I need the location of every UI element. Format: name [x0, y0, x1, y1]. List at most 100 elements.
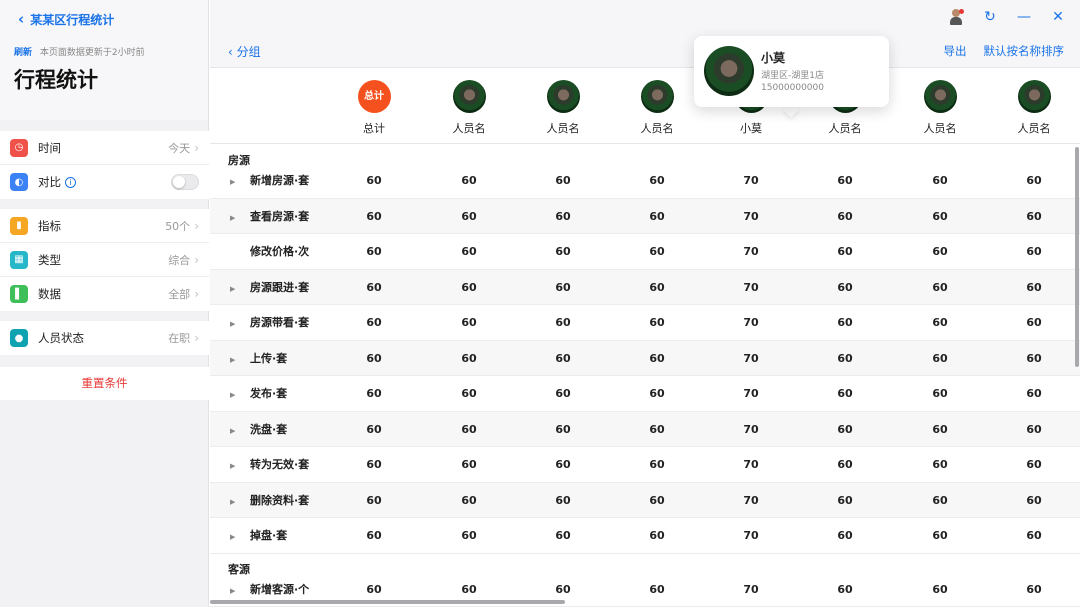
expand-arrow-icon[interactable]: ▶ — [230, 201, 250, 237]
info-icon[interactable]: i — [65, 177, 76, 188]
expand-arrow-icon[interactable]: ▶ — [230, 343, 250, 379]
table-cell: 60 — [932, 280, 948, 294]
refresh-note: 本页面数据更新于2小时前 — [39, 48, 145, 58]
table-cell: 60 — [837, 582, 853, 596]
table-cell: 60 — [932, 493, 948, 507]
row-label: ▶ 查看房源·套 — [230, 199, 309, 235]
expand-arrow-icon[interactable]: ▶ — [230, 378, 250, 414]
table-cell: 60 — [461, 493, 477, 507]
table-cell: 60 — [555, 351, 571, 365]
column-header[interactable]: 人员名 — [994, 80, 1074, 136]
table-row[interactable]: ▶ 发布·套 60 60 60 60 70 60 60 60 — [210, 376, 1080, 412]
user-notification-icon[interactable] — [948, 9, 964, 25]
table-cell: 60 — [461, 387, 477, 400]
table-cell: 60 — [649, 245, 665, 258]
expand-arrow-icon[interactable]: ▶ — [230, 165, 250, 201]
column-name: 人员名 — [640, 122, 674, 135]
refresh-link[interactable]: 刷新 — [14, 48, 32, 58]
filter-metric[interactable]: ▮ 指标 50个 › — [0, 209, 209, 243]
back-button[interactable]: ‹ 某某区行程统计 — [18, 10, 114, 28]
table-cell: 60 — [555, 493, 571, 507]
row-name: 查看房源·套 — [250, 209, 310, 223]
vertical-scrollbar[interactable] — [1075, 147, 1079, 367]
clock-icon: ◷ — [10, 138, 28, 157]
table-cell: 60 — [366, 387, 382, 400]
table-cell: 60 — [1026, 387, 1042, 400]
table-row[interactable]: ▶ 房源带看·套 60 60 60 60 70 60 60 60 — [210, 305, 1080, 341]
table-cell: 60 — [366, 529, 382, 542]
table-cell: 60 — [932, 387, 948, 400]
table-cell: 60 — [461, 458, 477, 471]
table-row[interactable]: ▶ 洗盘·套 60 60 60 60 70 60 60 60 — [210, 411, 1080, 450]
filter-metric-label: 指标 — [38, 218, 61, 233]
row-name: 发布·套 — [250, 387, 288, 400]
minimize-icon[interactable]: — — [1016, 9, 1032, 25]
table-row: 修改价格·次 60 60 60 60 70 60 60 60 — [210, 234, 1080, 270]
filter-data-label: 数据 — [38, 287, 61, 301]
filter-time[interactable]: ◷ 时间 今天 › — [0, 131, 209, 165]
row-name: 新增客源·个 — [250, 582, 310, 596]
close-icon[interactable]: ✕ — [1050, 9, 1066, 25]
table-cell: 70 — [743, 422, 759, 436]
table-row[interactable]: ▶ 房源跟进·套 60 60 60 60 70 60 60 60 — [210, 269, 1080, 308]
table-cell: 60 — [1026, 351, 1042, 365]
table-cell: 70 — [743, 245, 759, 258]
table-row[interactable]: ▶ 删除资料·套 60 60 60 60 70 60 60 60 — [210, 482, 1080, 521]
expand-arrow-icon[interactable]: ▶ — [230, 449, 250, 485]
row-name: 转为无效·套 — [250, 458, 310, 471]
table-row[interactable]: ▶ 掉盘·套 60 60 60 60 70 60 60 60 — [210, 518, 1080, 554]
grid-icon: ▦ — [10, 250, 28, 269]
table-cell: 70 — [743, 351, 759, 365]
filter-metric-value: 50个 — [165, 219, 191, 233]
filter-group-metrics: ▮ 指标 50个 › ▦ 类型 综合 › ▌ 数据 全部 › — [0, 209, 209, 311]
reset-button[interactable]: 重置条件 — [0, 367, 209, 400]
table-cell: 60 — [837, 493, 853, 507]
column-header[interactable]: 人员名 — [523, 80, 603, 136]
table-cell: 60 — [932, 582, 948, 596]
column-header[interactable]: 总计 总计 — [334, 80, 414, 136]
back-label: 某某区行程统计 — [30, 12, 115, 27]
group-back-button[interactable]: ‹ 分组 — [228, 43, 261, 60]
export-button[interactable]: 导出 — [944, 43, 967, 59]
column-name: 人员名 — [923, 122, 957, 135]
column-header[interactable]: 人员名 — [429, 80, 509, 136]
column-header[interactable]: 人员名 — [617, 80, 697, 136]
row-name: 房源带看·套 — [250, 316, 310, 329]
expand-arrow-icon[interactable]: ▶ — [230, 414, 250, 450]
table-cell: 60 — [649, 493, 665, 507]
table-cell: 60 — [461, 245, 477, 258]
table-row[interactable]: ▶ 转为无效·套 60 60 60 60 70 60 60 60 — [210, 447, 1080, 483]
filter-staff-status[interactable]: ● 人员状态 在职 › — [0, 321, 209, 355]
compare-toggle[interactable] — [171, 174, 199, 190]
filter-data[interactable]: ▌ 数据 全部 › — [0, 277, 209, 311]
refresh-icon[interactable]: ↻ — [982, 9, 998, 25]
filter-status-value: 在职 — [168, 332, 191, 345]
table-cell: 60 — [461, 422, 477, 436]
expand-arrow-icon[interactable]: ▶ — [230, 307, 250, 343]
expand-arrow-icon[interactable]: ▶ — [230, 272, 250, 308]
column-header[interactable]: 人员名 — [900, 80, 980, 136]
table-cell: 60 — [932, 458, 948, 471]
expand-arrow-icon[interactable]: ▶ — [230, 520, 250, 556]
table-cell: 60 — [649, 280, 665, 294]
table-cell: 60 — [1026, 458, 1042, 471]
table-cell: 60 — [366, 174, 382, 187]
table-cell: 60 — [366, 422, 382, 436]
chevron-left-icon: ‹ — [18, 10, 25, 28]
table-row[interactable]: ▶ 查看房源·套 60 60 60 60 70 60 60 60 — [210, 198, 1080, 235]
filter-type[interactable]: ▦ 类型 综合 › — [0, 243, 209, 277]
table-cell: 60 — [461, 316, 477, 329]
chevron-right-icon: › — [194, 140, 199, 155]
table-cell: 60 — [366, 316, 382, 329]
avatar — [704, 46, 754, 96]
table-row[interactable]: ▶ 上传·套 60 60 60 60 70 60 60 60 — [210, 340, 1080, 379]
filter-compare: ◐ 对比 i — [0, 165, 209, 199]
total-badge: 总计 — [357, 80, 391, 113]
table-cell: 60 — [837, 174, 853, 187]
table-row[interactable]: ▶ 新增房源·套 60 60 60 60 70 60 60 60 — [210, 163, 1080, 199]
horizontal-scrollbar[interactable] — [210, 600, 565, 604]
row-name: 修改价格·次 — [250, 245, 310, 258]
expand-arrow-icon[interactable]: ▶ — [230, 485, 250, 521]
sort-button[interactable]: 默认按名称排序 — [984, 43, 1065, 59]
refresh-row: 刷新 本页面数据更新于2小时前 — [14, 45, 145, 58]
